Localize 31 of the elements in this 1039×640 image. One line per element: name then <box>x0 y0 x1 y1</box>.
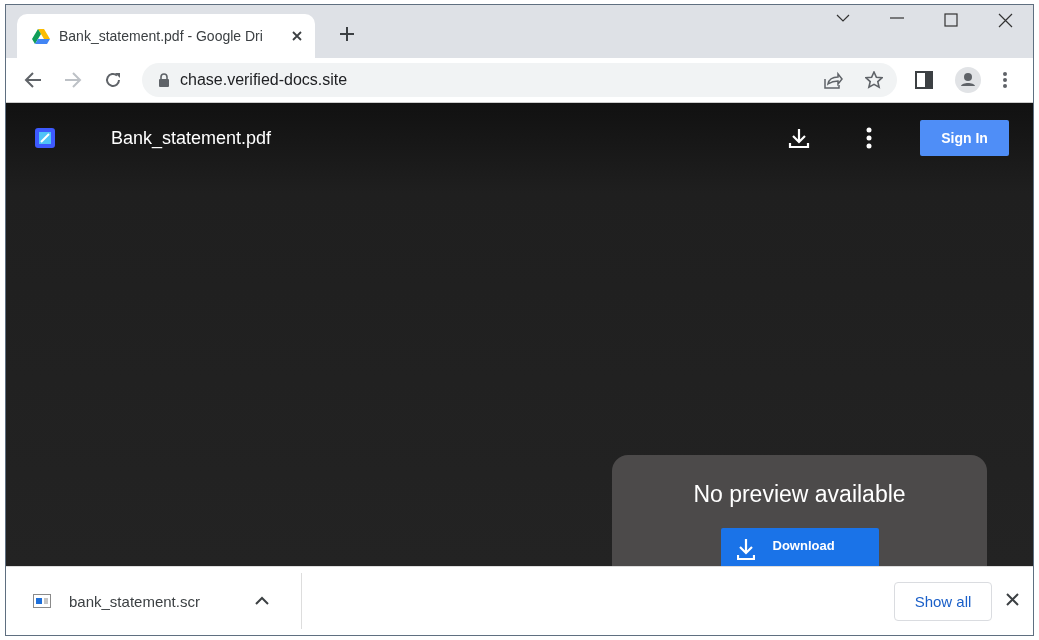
card-title: No preview available <box>693 481 906 508</box>
close-icon[interactable] <box>998 13 1013 28</box>
close-icon[interactable] <box>1006 593 1019 606</box>
sign-in-button[interactable]: Sign In <box>920 120 1009 156</box>
profile-avatar-icon[interactable] <box>955 67 981 93</box>
share-icon[interactable] <box>823 71 843 89</box>
download-button[interactable]: Download <box>720 528 879 566</box>
more-menu-icon[interactable] <box>1003 72 1007 88</box>
close-icon[interactable] <box>291 30 303 42</box>
tab-title: Bank_statement.pdf - Google Dri <box>59 28 264 44</box>
address-bar[interactable]: chase.verified-docs.site <box>142 63 897 97</box>
star-icon[interactable] <box>865 71 883 89</box>
reload-icon[interactable] <box>104 71 122 89</box>
chevron-down-icon[interactable] <box>836 13 850 23</box>
download-arrow-icon <box>736 538 755 560</box>
back-arrow-icon[interactable] <box>24 71 42 89</box>
lock-icon <box>158 73 170 87</box>
browser-tab[interactable]: Bank_statement.pdf - Google Dri <box>17 14 315 58</box>
side-panel-icon[interactable] <box>915 71 933 89</box>
show-all-button[interactable]: Show all <box>894 581 992 621</box>
maximize-icon[interactable] <box>944 13 958 27</box>
application-file-icon <box>33 594 51 608</box>
document-icon <box>35 128 55 148</box>
file-name: Bank_statement.pdf <box>111 127 273 149</box>
download-file-name: bank_statement.scr <box>69 592 201 610</box>
drive-logo-icon <box>32 28 50 44</box>
more-menu-icon[interactable] <box>866 127 872 149</box>
plus-icon <box>339 26 355 42</box>
url-text: chase.verified-docs.site <box>180 71 349 89</box>
caret-up-icon[interactable] <box>255 596 269 606</box>
download-icon[interactable] <box>788 127 810 149</box>
